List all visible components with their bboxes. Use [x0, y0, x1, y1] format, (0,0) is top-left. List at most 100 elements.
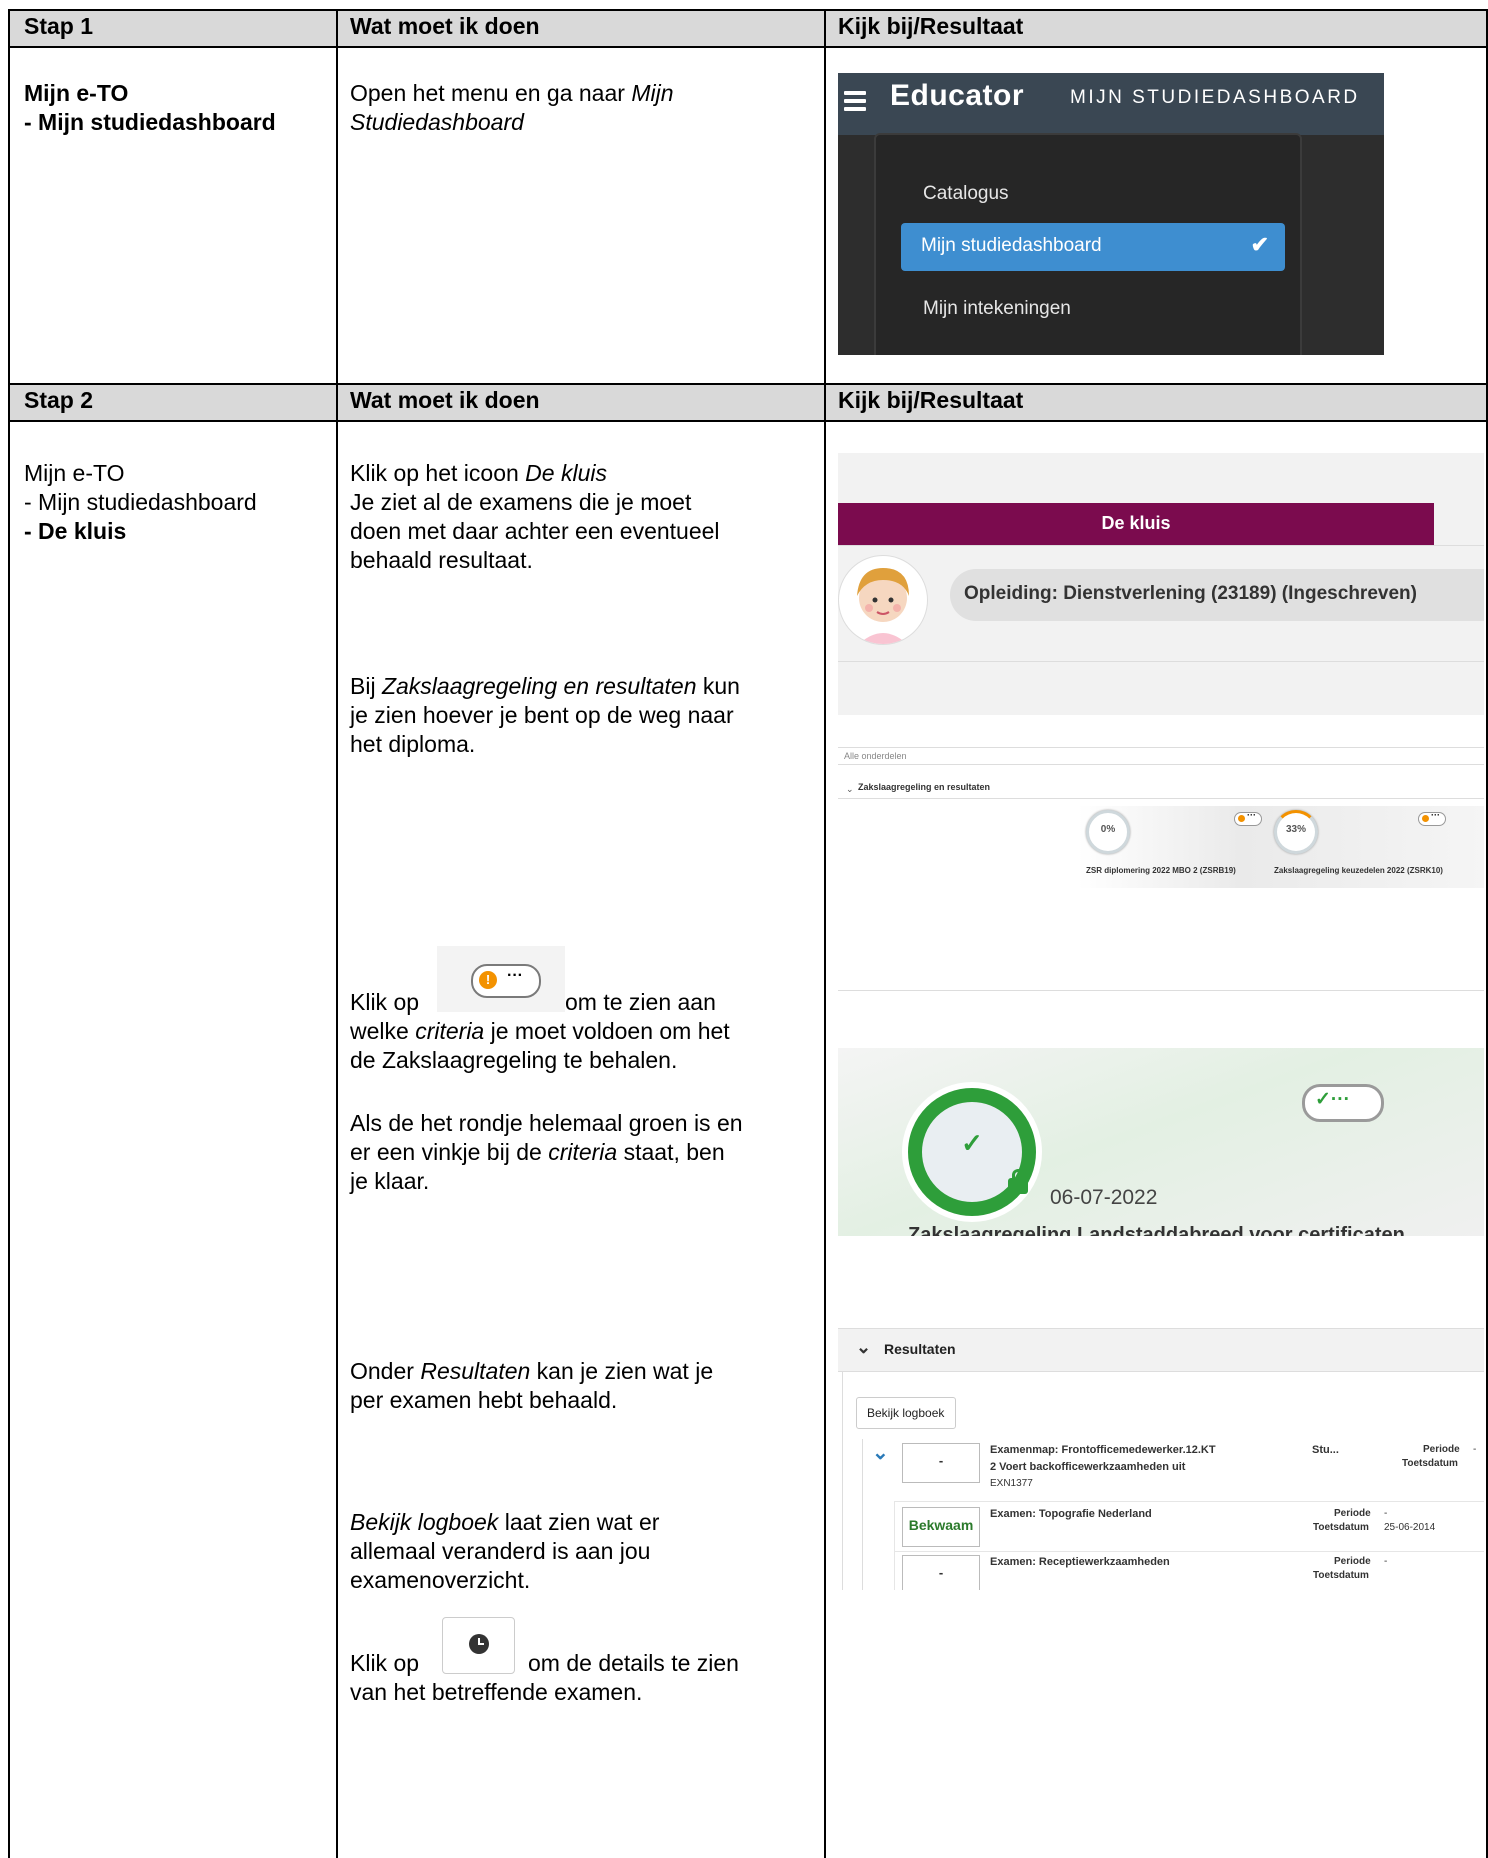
warning-icon: ! — [479, 971, 497, 989]
progress-percentage: 0% — [1100, 824, 1116, 835]
toetsdatum-value: 25-06-2014 — [1384, 1522, 1436, 1533]
text-italic: criteria — [415, 1018, 485, 1044]
button-label: Bekijk logboek — [867, 1406, 945, 1420]
zakslaag-label: ZSR diplomering 2022 MBO 2 (ZSRB19) — [1086, 866, 1236, 875]
criteria-button-image: ! ··· — [437, 946, 565, 1012]
clock-icon — [469, 1634, 489, 1654]
text-italic: De kluis — [525, 460, 607, 486]
result-value: Bekwaam — [908, 1517, 974, 1533]
text: om te zien aan — [565, 989, 716, 1015]
text: kun — [696, 673, 740, 699]
educator-logo: Educator — [890, 79, 1025, 112]
filter-select[interactable]: Alle onderdelen — [844, 751, 907, 761]
periode-label: Periode — [1334, 1508, 1371, 1519]
instruction-italic: Mijn — [631, 80, 674, 106]
step1-col3-header: Kijk bij/Resultaat — [838, 13, 1024, 39]
zakslaag-section-title: Zakslaagregeling en resultaten — [858, 782, 991, 792]
warning-icon — [1422, 815, 1429, 822]
table-border — [8, 420, 1488, 422]
step2-location: Mijn e-TO - Mijn studiedashboard - De kl… — [24, 459, 334, 546]
criteria-button[interactable]: ··· — [1234, 810, 1262, 826]
text: Als de het rondje helemaal groen is en — [350, 1110, 743, 1136]
text: per examen hebt behaald. — [350, 1387, 618, 1413]
educator-menu-screenshot: Educator MIJN STUDIEDASHBOARD Catalogus … — [838, 73, 1384, 355]
zakslaag-label: Zakslaagregeling keuzedelen 2022 (ZSRK10… — [1274, 866, 1443, 875]
result-box[interactable]: - — [902, 1443, 980, 1483]
check-more-icon: ✓··· — [1315, 1089, 1350, 1110]
menu-item-mijn-intekeningen[interactable]: Mijn intekeningen — [923, 298, 1071, 320]
checkmark-icon: ✓ — [961, 1128, 983, 1158]
location-line: - De kluis — [24, 518, 127, 544]
zakslaag-title-cut: Zakslaagregeling Landstaddabreed voor ce… — [908, 1224, 1405, 1236]
text: de Zakslaagregeling te behalen. — [350, 1047, 678, 1073]
text: Onder — [350, 1358, 421, 1384]
completed-ring[interactable]: ✓ — [908, 1088, 1036, 1216]
more-icon: ··· — [507, 967, 523, 984]
text: Klik op — [350, 989, 420, 1015]
resultaten-title: Resultaten — [884, 1341, 956, 1357]
text: laat zien wat er — [498, 1509, 660, 1535]
progress-ring[interactable]: 33% — [1274, 810, 1318, 854]
toetsdatum-label: Toetsdatum — [1313, 1570, 1369, 1581]
exam-title: Examen: Receptiewerkzaamheden — [990, 1556, 1170, 1568]
table-border — [8, 46, 1488, 48]
text-italic: Resultaten — [420, 1358, 531, 1384]
instruction-italic: Studiedashboard — [350, 109, 524, 135]
text-italic: Zakslaagregeling en resultaten — [381, 673, 697, 699]
menu-item-catalogus[interactable]: Catalogus — [923, 183, 1009, 205]
resultaten-header[interactable]: ⌄ Resultaten — [838, 1329, 1484, 1372]
text: allemaal veranderd is aan jou — [350, 1538, 651, 1564]
periode-value: - — [1384, 1556, 1388, 1567]
completion-date: 06-07-2022 — [1050, 1186, 1158, 1209]
step1-header-row — [9, 10, 1486, 47]
result-box[interactable]: - — [902, 1555, 980, 1590]
bekijk-logboek-button[interactable]: Bekijk logboek — [856, 1397, 956, 1429]
text: staat, ben — [617, 1139, 725, 1165]
location-line: - Mijn studiedashboard — [24, 109, 276, 135]
chevron-down-icon[interactable]: ⌄ — [872, 1443, 889, 1463]
toetsdatum-label: Toetsdatum — [1313, 1522, 1369, 1533]
periode-label: Periode — [1423, 1444, 1460, 1455]
more-icon: ··· — [1431, 810, 1440, 820]
table-border — [8, 9, 10, 1858]
exam-title: Examenmap: Frontofficemedewerker.12.KT — [990, 1444, 1216, 1456]
result-value: - — [938, 1453, 944, 1468]
result-box[interactable]: Bekwaam — [902, 1507, 980, 1547]
result-value: - — [938, 1565, 944, 1580]
periode-value: - — [1473, 1444, 1477, 1455]
details-button[interactable] — [442, 1617, 515, 1674]
warning-icon — [1238, 815, 1245, 822]
de-kluis-label: De kluis — [1101, 513, 1171, 533]
criteria-button[interactable]: ! ··· — [471, 964, 541, 998]
step2-title: Stap 2 — [24, 387, 94, 413]
de-kluis-tab[interactable]: De kluis — [838, 503, 1434, 545]
step2-col3-header: Kijk bij/Resultaat — [838, 387, 1024, 413]
text: Klik op — [350, 1650, 420, 1676]
progress-ring[interactable]: 0% — [1086, 810, 1130, 854]
step1-col2-header: Wat moet ik doen — [350, 13, 540, 39]
text: je klaar. — [350, 1168, 430, 1194]
criteria-button[interactable]: ✓··· — [1302, 1084, 1384, 1122]
text-italic: Bekijk logboek — [350, 1509, 499, 1535]
step2-header-row — [9, 384, 1486, 421]
text: welke — [350, 1018, 416, 1044]
paragraph-resultaten: Onder Resultaten kan je zien wat je per … — [350, 1357, 820, 1415]
table-border — [8, 383, 1488, 385]
hamburger-menu-icon[interactable] — [844, 91, 866, 111]
educator-page-title: MIJN STUDIEDASHBOARD — [1070, 87, 1360, 108]
criteria-complete-screenshot: ✓ ✓··· 06-07-2022 Zakslaagregeling Lands… — [838, 1048, 1484, 1236]
text: je moet voldoen om het — [484, 1018, 730, 1044]
paragraph-criteria: Klik op om te zien aan welke criteria je… — [350, 988, 820, 1075]
location-line: Mijn e-TO — [24, 460, 125, 486]
table-border — [824, 9, 826, 1858]
text: kan je zien wat je — [530, 1358, 714, 1384]
resultaten-screenshot: ⌄ Resultaten Bekijk logboek ⌄ - Examenma… — [838, 1328, 1484, 1590]
criteria-button[interactable]: ··· — [1418, 810, 1446, 826]
text: Je ziet al de examens die je moet — [350, 489, 692, 515]
instruction-text: Open het menu en ga naar — [350, 80, 632, 106]
chevron-down-icon[interactable]: ⌄ — [846, 784, 854, 795]
menu-item-mijn-studiedashboard[interactable]: Mijn studiedashboard ✔ — [901, 223, 1285, 271]
opleiding-pill: Opleiding: Dienstverlening (23189) (Inge… — [950, 569, 1484, 621]
opleiding-text: Opleiding: Dienstverlening (23189) (Inge… — [964, 583, 1417, 604]
paragraph-zakslaagregeling: Bij Zakslaagregeling en resultaten kun j… — [350, 672, 820, 759]
